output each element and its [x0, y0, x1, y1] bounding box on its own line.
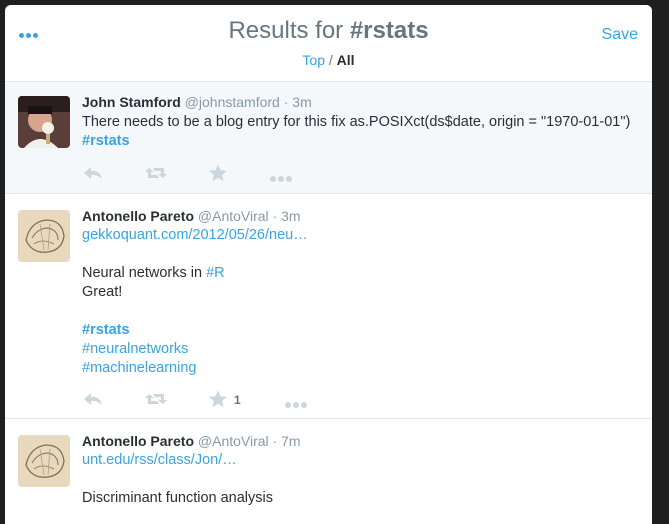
- tweet[interactable]: John Stamford @johnstamford · 3m There n…: [5, 82, 652, 194]
- hashtag-link[interactable]: #rstats: [82, 133, 130, 149]
- author-handle[interactable]: @AntoViral: [198, 433, 269, 449]
- retweet-icon[interactable]: [144, 164, 168, 187]
- reply-icon[interactable]: [82, 390, 104, 413]
- search-query: #rstats: [349, 17, 429, 44]
- tab-top[interactable]: Top: [302, 52, 325, 68]
- timestamp[interactable]: 7m: [281, 433, 300, 449]
- hashtag-link[interactable]: #rstats: [82, 321, 634, 340]
- results-tabs: Top / All: [5, 52, 652, 68]
- url-link[interactable]: gekkoquant.com/2012/05/26/neu…: [82, 226, 634, 245]
- tweet-text: unt.edu/rss/class/Jon/… Discriminant fun…: [82, 451, 634, 508]
- author-name[interactable]: Antonello Pareto: [82, 208, 194, 224]
- time-separator: ·: [268, 433, 282, 449]
- header: Results for #rstats Top / All Save: [5, 5, 652, 82]
- star-icon[interactable]: [208, 164, 228, 187]
- tweet-actions: [82, 164, 634, 186]
- time-separator: ·: [268, 208, 282, 224]
- timestamp[interactable]: 3m: [281, 208, 300, 224]
- author-handle[interactable]: @johnstamford: [185, 94, 280, 110]
- favorite-count: 1: [234, 393, 241, 407]
- tweet-header: John Stamford @johnstamford · 3m: [82, 93, 634, 111]
- star-icon[interactable]: [208, 390, 228, 413]
- tweet-body: There needs to be a blog entry for this …: [82, 114, 631, 130]
- hashtag-link[interactable]: #R: [206, 265, 225, 281]
- title-prefix: Results for: [228, 17, 350, 44]
- save-button[interactable]: Save: [602, 26, 638, 44]
- more-horizontal-icon[interactable]: [284, 396, 308, 414]
- retweet-icon[interactable]: [144, 390, 168, 413]
- tab-separator: /: [325, 52, 337, 68]
- hashtag-link[interactable]: #machinelearning: [82, 359, 634, 378]
- timestamp[interactable]: 3m: [292, 94, 311, 110]
- author-handle[interactable]: @AntoViral: [198, 208, 269, 224]
- text-line: Discriminant function analysis: [82, 490, 273, 506]
- tweet-header: Antonello Pareto @AntoViral · 3m: [82, 207, 634, 225]
- author-name[interactable]: Antonello Pareto: [82, 433, 194, 449]
- tweet-text: There needs to be a blog entry for this …: [82, 113, 634, 151]
- reply-icon[interactable]: [82, 164, 104, 187]
- text-line-body: Neural networks in: [82, 265, 207, 281]
- more-horizontal-icon[interactable]: [269, 170, 293, 188]
- author-name[interactable]: John Stamford: [82, 94, 181, 110]
- hashtag-link[interactable]: #neuralnetworks: [82, 340, 634, 359]
- text-line: Great!: [82, 284, 123, 300]
- search-results-panel: Results for #rstats Top / All Save John …: [5, 5, 652, 524]
- tweet-text: gekkoquant.com/2012/05/26/neu… Neural ne…: [82, 226, 634, 378]
- tweet-header: Antonello Pareto @AntoViral · 7m: [82, 432, 634, 450]
- text-line: Neural networks in #R: [82, 264, 634, 283]
- tweet[interactable]: Antonello Pareto @AntoViral · 7m unt.edu…: [5, 419, 652, 524]
- url-link[interactable]: unt.edu/rss/class/Jon/…: [82, 451, 634, 470]
- page-title: Results for #rstats: [5, 17, 652, 45]
- tweet-actions: 1: [82, 390, 634, 412]
- avatar[interactable]: [18, 96, 70, 148]
- avatar[interactable]: [18, 435, 70, 487]
- time-separator: ·: [279, 94, 293, 110]
- avatar[interactable]: [18, 210, 70, 262]
- tab-all[interactable]: All: [337, 52, 355, 68]
- tweet[interactable]: Antonello Pareto @AntoViral · 3m gekkoqu…: [5, 194, 652, 419]
